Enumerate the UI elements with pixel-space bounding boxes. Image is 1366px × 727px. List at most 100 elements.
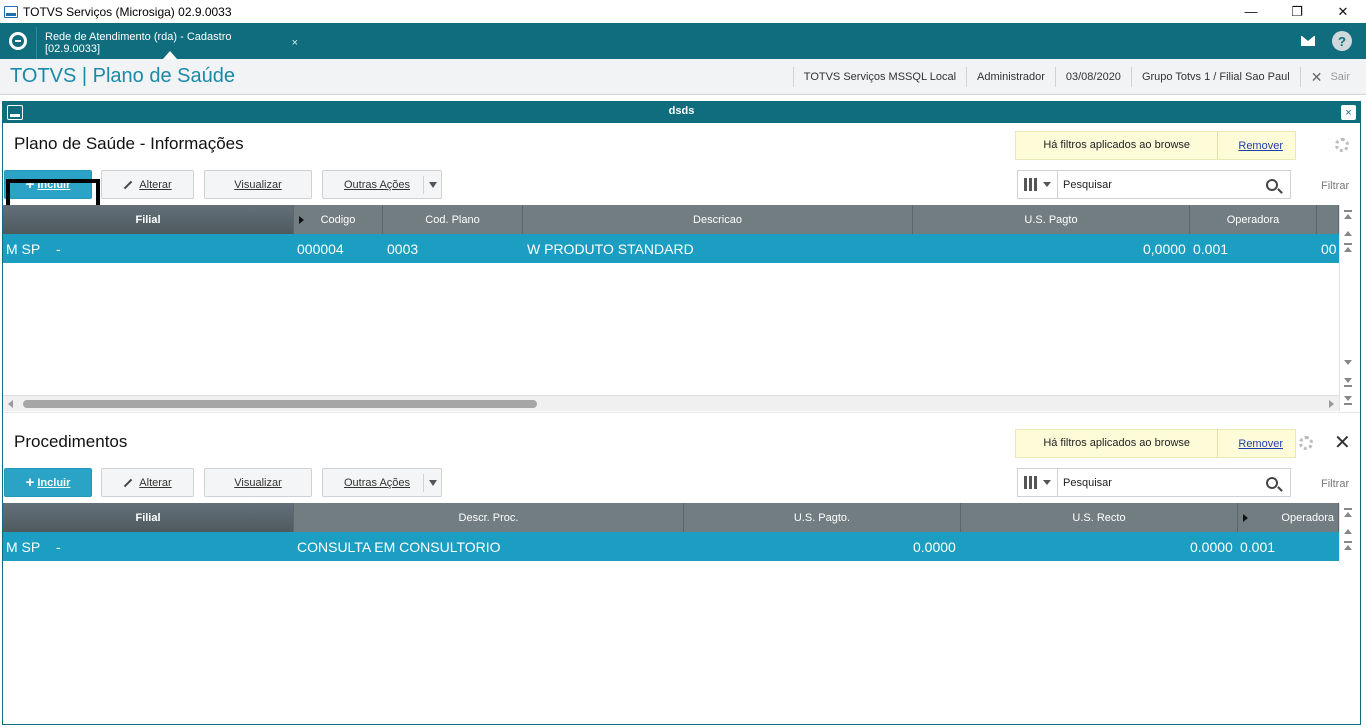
section-divider (3, 412, 1360, 413)
filtrar-link[interactable]: Filtrar (1321, 180, 1349, 192)
chevron-down-icon (1043, 182, 1051, 187)
grid-header-procedimentos: Filial Descr. Proc. U.S. Pagto. U.S. Rec… (3, 503, 1339, 532)
col-filial[interactable]: Filial (3, 503, 294, 532)
scroll-page-down-icon[interactable] (1344, 360, 1352, 365)
filter-notice: Há filtros aplicados ao browse Remover (1015, 429, 1296, 458)
dialog-title: dsds (668, 105, 695, 117)
table-row[interactable]: M SP - 000004 0003 W PRODUTO STANDARD 0,… (3, 234, 1339, 263)
chevron-down-icon (429, 182, 437, 188)
environment-label: TOTVS Serviços MSSQL Local (792, 67, 966, 87)
filter-notice-text: Há filtros aplicados ao browse (1016, 132, 1219, 159)
dialog-titlebar: dsds × (3, 102, 1360, 123)
chevron-down-icon (1043, 480, 1051, 485)
scroll-left-icon[interactable] (8, 400, 13, 408)
grid-header-plano: Filial Codigo Cod. Plano Descricao U.S. … (3, 205, 1339, 234)
col-descricao[interactable]: Descricao (523, 205, 913, 234)
scroll-up-icon[interactable] (1344, 231, 1352, 236)
brand-title: TOTVS | Plano de Saúde (10, 65, 235, 87)
app-window-icon (4, 5, 18, 18)
search-box[interactable]: Pesquisar (1017, 468, 1291, 497)
scroll-thumb[interactable] (23, 400, 537, 408)
columns-selector[interactable] (1018, 469, 1058, 496)
col-filial[interactable]: Filial (3, 205, 294, 234)
col-extra[interactable] (1317, 205, 1339, 234)
outras-acoes-label: Outras Ações (344, 476, 411, 489)
col-us-recto[interactable]: U.S. Recto (961, 503, 1238, 532)
vertical-scrollbar[interactable] (1339, 205, 1356, 411)
outras-acoes-label: Outras Ações (344, 178, 411, 191)
procedimentos-section: Procedimentos Há filtros aplicados ao br… (3, 422, 1360, 722)
date-label: 03/08/2020 (1054, 67, 1131, 87)
search-input[interactable]: Pesquisar (1058, 179, 1266, 191)
visualizar-button[interactable]: Visualizar (204, 468, 312, 497)
columns-selector[interactable] (1018, 171, 1058, 198)
scroll-right-icon[interactable] (1329, 400, 1334, 408)
mail-button[interactable] (1292, 27, 1324, 55)
col-operadora[interactable]: Operadora (1238, 503, 1339, 532)
visualizar-label: Visualizar (234, 476, 282, 489)
scroll-up-icon[interactable] (1344, 529, 1352, 534)
scroll-top-icon[interactable] (1344, 512, 1352, 517)
scroll-page-up-icon[interactable] (1344, 545, 1352, 550)
alterar-button[interactable]: Alterar (101, 468, 194, 497)
col-operadora[interactable]: Operadora (1190, 205, 1317, 234)
scroll-top-icon[interactable] (1344, 214, 1352, 219)
scroll-bottom-icon[interactable] (1344, 396, 1352, 401)
branch-label: Grupo Totvs 1 / Filial Sao Paul (1130, 67, 1300, 87)
exit-button[interactable]: ✕ Sair (1299, 67, 1366, 87)
app-tabbar: Rede de Atendimento (rda) - Cadastro [02… (0, 23, 1366, 59)
close-window-button[interactable]: ✕ (1320, 0, 1366, 23)
settings-gear-icon[interactable] (1335, 138, 1349, 152)
remove-filter-link[interactable]: Remover (1218, 140, 1295, 152)
mail-icon (1301, 36, 1315, 46)
horizontal-scrollbar[interactable] (3, 395, 1339, 411)
cell-dash: - (56, 539, 61, 555)
cell-filial: M SP (6, 241, 41, 257)
window-title: TOTVS Serviços (Microsiga) 02.9.0033 (23, 4, 232, 19)
exit-icon: ✕ (1310, 69, 1323, 85)
cell-descricao: W PRODUTO STANDARD (527, 241, 694, 257)
window-controls: — ❐ ✕ (1228, 0, 1366, 23)
close-icon[interactable]: ✕ (1334, 430, 1351, 455)
outras-acoes-button[interactable]: Outras Ações (322, 170, 442, 199)
tab-close-icon[interactable]: × (292, 37, 298, 49)
settings-gear-icon[interactable] (1299, 436, 1313, 450)
plano-saude-section: Plano de Saúde - Informações Há filtros … (3, 123, 1360, 413)
search-box[interactable]: Pesquisar (1017, 170, 1291, 199)
filter-notice: Há filtros aplicados ao browse Remover (1015, 131, 1296, 160)
help-button[interactable]: ? (1332, 31, 1352, 51)
pencil-icon (124, 478, 133, 487)
incluir-label: Incluir (37, 476, 71, 489)
exit-label: Sair (1330, 71, 1350, 83)
scroll-down-icon[interactable] (1344, 378, 1352, 383)
totvs-logo-icon[interactable] (9, 32, 27, 50)
search-input[interactable]: Pesquisar (1058, 477, 1266, 489)
dialog-close-button[interactable]: × (1341, 105, 1356, 120)
remove-filter-link[interactable]: Remover (1218, 438, 1295, 450)
col-us-pagto[interactable]: U.S. Pagto (913, 205, 1190, 234)
alterar-label: Alterar (139, 476, 172, 489)
scroll-page-up-icon[interactable] (1344, 247, 1352, 252)
incluir-button[interactable]: + Incluir (4, 468, 92, 497)
section-title-plano: Plano de Saúde - Informações (14, 134, 244, 153)
minimize-button[interactable]: — (1228, 0, 1274, 23)
col-codigo[interactable]: Codigo (294, 205, 383, 234)
filter-notice-text: Há filtros aplicados ao browse (1016, 430, 1219, 457)
pencil-icon (124, 180, 133, 189)
search-icon[interactable] (1266, 476, 1278, 489)
table-row[interactable]: M SP - CONSULTA EM CONSULTORIO 0.0000 0.… (3, 532, 1339, 561)
filtrar-link[interactable]: Filtrar (1321, 478, 1349, 490)
restore-button[interactable]: ❐ (1274, 0, 1320, 23)
cell-descr-proc: CONSULTA EM CONSULTORIO (297, 539, 501, 555)
vertical-scrollbar[interactable] (1339, 503, 1356, 563)
col-cod-plano[interactable]: Cod. Plano (383, 205, 523, 234)
alterar-button[interactable]: Alterar (101, 170, 194, 199)
dialog-window: dsds × Plano de Saúde - Informações Há f… (2, 101, 1361, 725)
cell-operadora: 0.001 (1193, 241, 1229, 257)
col-us-pagto[interactable]: U.S. Pagto. (684, 503, 961, 532)
cell-us-recto: 0.0000 (1190, 539, 1233, 555)
visualizar-button[interactable]: Visualizar (204, 170, 312, 199)
outras-acoes-button[interactable]: Outras Ações (322, 468, 442, 497)
search-icon[interactable] (1266, 178, 1278, 191)
col-descr-proc[interactable]: Descr. Proc. (294, 503, 684, 532)
